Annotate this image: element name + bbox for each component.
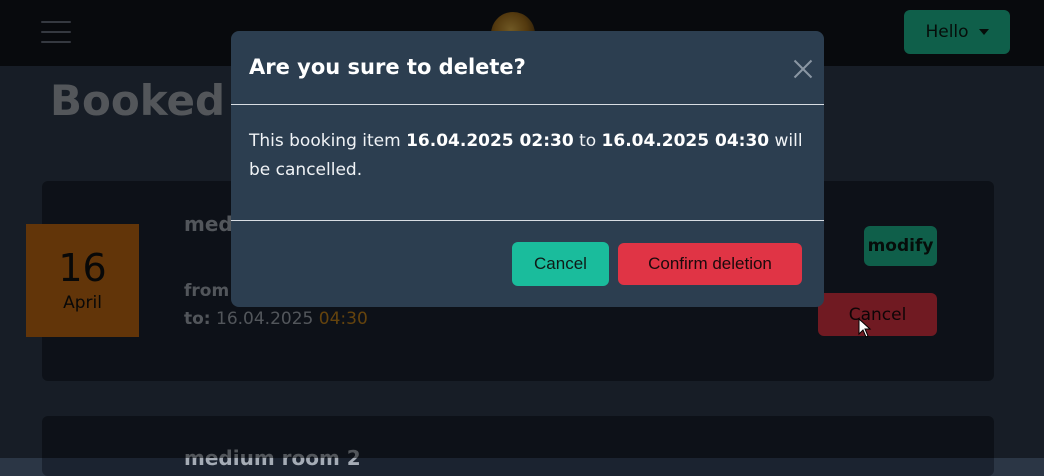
delete-confirm-modal: Are you sure to delete? This booking ite… (231, 31, 824, 307)
close-icon[interactable] (793, 59, 813, 79)
modal-title: Are you sure to delete? (249, 55, 526, 79)
mouse-cursor-icon (858, 318, 872, 338)
modal-body-prefix: This booking item (249, 131, 407, 151)
modal-body: This booking item 16.04.2025 02:30 to 16… (249, 127, 809, 185)
modal-body-mid: to (573, 131, 602, 151)
modal-body-from: 16.04.2025 02:30 (406, 131, 574, 151)
modal-body-to: 16.04.2025 04:30 (601, 131, 770, 151)
modal-header: Are you sure to delete? (231, 31, 824, 105)
modal-cancel-button[interactable]: Cancel (512, 242, 609, 286)
confirm-deletion-button[interactable]: Confirm deletion (618, 243, 802, 285)
